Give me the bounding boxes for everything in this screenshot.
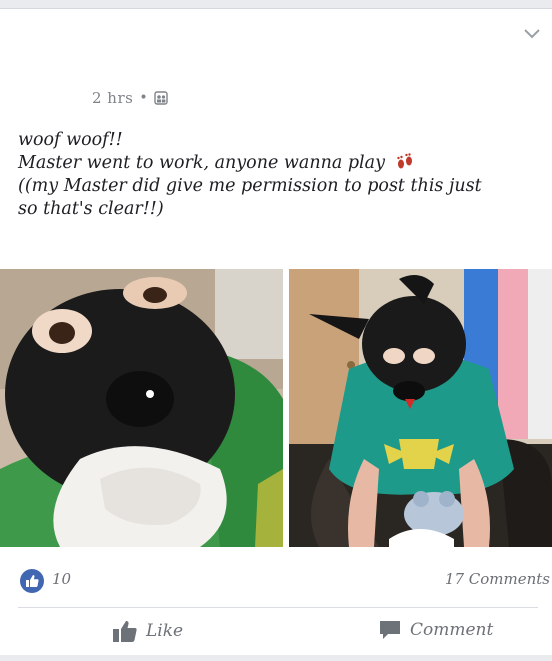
comment-count[interactable]: 17 Comments <box>445 570 550 588</box>
action-bar: Like Comment <box>0 617 552 653</box>
like-badge-icon[interactable] <box>20 569 44 593</box>
post-body: woof woof!! Master went to work, anyone … <box>18 129 538 221</box>
paw-prints-icon <box>396 153 412 169</box>
post-time[interactable]: 2 hrs <box>92 89 133 107</box>
comment-label: Comment <box>410 620 494 640</box>
photo-1[interactable] <box>0 269 283 547</box>
photo-2[interactable] <box>289 269 552 547</box>
post-line-1: woof woof!! <box>18 130 123 150</box>
post-line-2: Master went to work, anyone wanna play <box>18 153 385 173</box>
comment-button[interactable]: Comment <box>378 619 493 641</box>
thumbs-up-icon <box>113 621 137 642</box>
post-meta: 2 hrs • <box>92 89 168 107</box>
like-count[interactable]: 10 <box>52 570 71 588</box>
like-label: Like <box>146 621 184 641</box>
comment-icon <box>380 621 400 639</box>
post-line-3: ((my Master did give me permission to po… <box>18 176 482 196</box>
like-button[interactable]: Like <box>112 619 183 643</box>
post-line-2-wrap: Master went to work, anyone wanna play <box>18 152 538 175</box>
friends-icon[interactable] <box>154 91 168 105</box>
chevron-down-icon[interactable] <box>522 27 542 41</box>
meta-separator: • <box>139 90 149 106</box>
divider <box>18 607 538 608</box>
post-line-4: so that's clear!!) <box>18 199 164 219</box>
reaction-stats: 10 17 Comments <box>0 567 552 595</box>
post-card: 2 hrs • woof woof!! Master went to work,… <box>0 8 552 655</box>
